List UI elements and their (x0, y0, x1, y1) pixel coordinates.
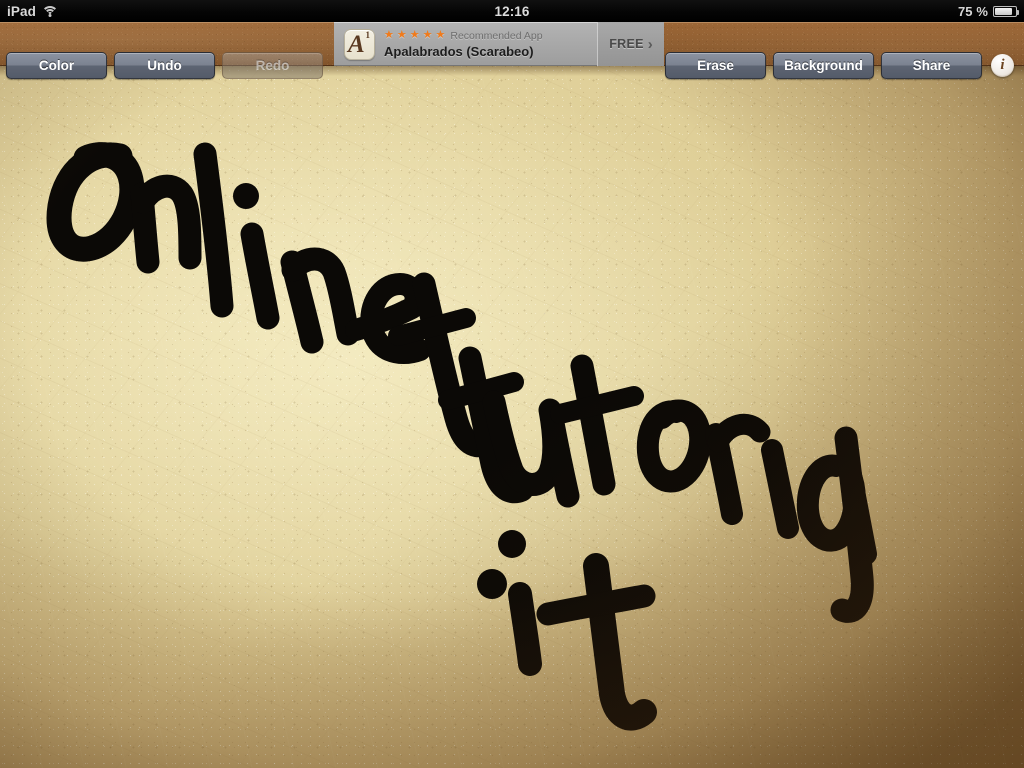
paper-fibers (0, 66, 1024, 768)
ad-free-label: FREE (609, 37, 644, 51)
info-icon[interactable]: i (991, 54, 1014, 77)
chevron-right-icon: › (647, 35, 653, 53)
ad-banner[interactable]: A 1 ★ ★ ★ ★ ★ Recommended App Apalabrado… (334, 22, 664, 66)
ad-app-title: Apalabrados (Scarabeo) (384, 43, 534, 59)
battery-icon (993, 5, 1019, 17)
status-bar: iPad 12:16 75 % (0, 0, 1024, 22)
ad-rating-row: ★ ★ ★ ★ ★ Recommended App (384, 30, 543, 42)
ad-icon-letter: A (348, 30, 365, 58)
battery-cap (1017, 9, 1019, 15)
background-button[interactable]: Background (773, 52, 874, 79)
erase-button[interactable]: Erase (665, 52, 766, 79)
battery-fill (995, 7, 1012, 15)
ad-app-icon: A 1 (344, 28, 375, 60)
ad-recommended-label: Recommended App (450, 29, 543, 42)
redo-button[interactable]: Redo (222, 52, 323, 79)
drawing-canvas[interactable] (0, 66, 1024, 768)
share-button[interactable]: Share (881, 52, 982, 79)
ad-free-button[interactable]: FREE › (597, 22, 664, 66)
star-icon: ★ (396, 29, 407, 41)
ipad-screen: iPad 12:16 75 % Color Undo Redo Erase Ba… (0, 0, 1024, 768)
star-icon: ★ (422, 29, 433, 41)
canvas-vignette (0, 66, 1024, 768)
info-glyph: i (1000, 57, 1005, 73)
color-button[interactable]: Color (6, 52, 107, 79)
star-icon: ★ (409, 29, 420, 41)
star-icon: ★ (435, 29, 446, 41)
paper-speckles-coarse (0, 66, 1024, 768)
undo-button[interactable]: Undo (114, 52, 215, 79)
ad-icon-superscript: 1 (365, 29, 371, 40)
clock-label: 12:16 (494, 3, 530, 19)
paper-speckles-fine (0, 66, 1024, 768)
ad-text-block: ★ ★ ★ ★ ★ Recommended App Apalabrados (S… (384, 30, 543, 59)
handwriting-drawing (46, 142, 877, 731)
star-icon: ★ (384, 29, 394, 41)
